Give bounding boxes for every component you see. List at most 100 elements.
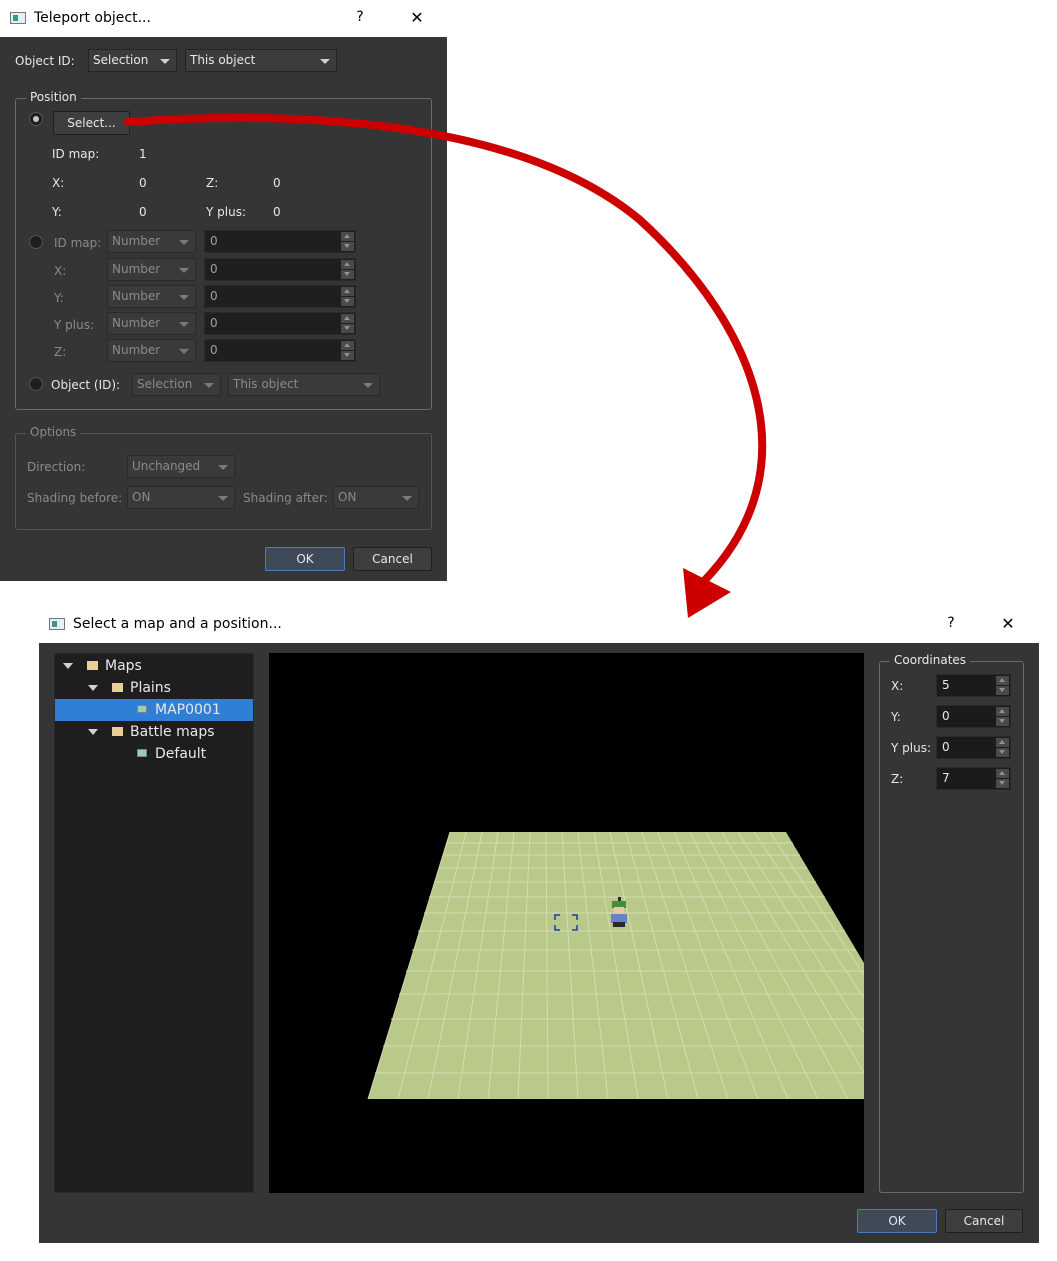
- summary-y-value: 0: [139, 205, 147, 219]
- spin-down-icon[interactable]: [996, 686, 1009, 695]
- close-icon[interactable]: ✕: [996, 614, 1020, 633]
- ok-button[interactable]: OK: [265, 547, 345, 571]
- summary-z-label: Z:: [206, 176, 219, 190]
- object-target-combo-value: This object: [190, 53, 256, 67]
- coord-yplus-spinbox[interactable]: 0: [936, 736, 1011, 759]
- number-fields-radio[interactable]: [29, 235, 43, 249]
- combo-value: Number: [112, 343, 161, 357]
- chevron-down-icon: [320, 59, 330, 64]
- coord-x-label: X:: [891, 679, 904, 693]
- coord-z-spinbox[interactable]: 7: [936, 767, 1011, 790]
- spin-up-icon[interactable]: [341, 232, 354, 241]
- field-yplus-combo[interactable]: Number: [107, 312, 196, 335]
- spin-up-icon[interactable]: [341, 260, 354, 269]
- select-titlebar: Select a map and a position... ? ✕: [39, 605, 1039, 643]
- field-id-map-spinbox[interactable]: 0: [204, 230, 356, 253]
- map-preview[interactable]: [269, 653, 864, 1193]
- field-z-spinbox[interactable]: 0: [204, 339, 356, 362]
- field-x-spinbox[interactable]: 0: [204, 258, 356, 281]
- tree-item-maps[interactable]: Maps: [55, 655, 253, 677]
- spin-down-icon[interactable]: [996, 717, 1009, 726]
- shading-before-combo[interactable]: ON: [127, 486, 235, 509]
- summary-x-value: 0: [139, 176, 147, 190]
- coord-x-spinbox[interactable]: 5: [936, 674, 1011, 697]
- cancel-button[interactable]: Cancel: [945, 1209, 1023, 1233]
- tree-item-default[interactable]: Default: [55, 743, 253, 765]
- shading-after-label: Shading after:: [243, 491, 328, 505]
- tree-item-plains[interactable]: Plains: [55, 677, 253, 699]
- chevron-down-icon[interactable]: [88, 685, 98, 691]
- shading-after-combo[interactable]: ON: [333, 486, 419, 509]
- chevron-down-icon: [160, 59, 170, 64]
- spinbox-value: 0: [210, 343, 218, 357]
- select-button[interactable]: Select...: [53, 111, 130, 135]
- folder-icon: [87, 661, 98, 670]
- field-yplus-spinbox[interactable]: 0: [204, 312, 356, 335]
- chevron-down-icon[interactable]: [63, 663, 73, 669]
- ok-button[interactable]: OK: [857, 1209, 937, 1233]
- spin-down-icon[interactable]: [996, 779, 1009, 788]
- object-radio-target[interactable]: This object: [228, 373, 380, 396]
- tree-label: Plains: [130, 680, 171, 696]
- object-id-radio[interactable]: [29, 377, 43, 391]
- close-icon[interactable]: ✕: [405, 8, 429, 27]
- teleport-title: Teleport object...: [34, 10, 151, 26]
- select-title: Select a map and a position...: [73, 616, 282, 632]
- options-group-title: Options: [26, 425, 81, 439]
- spinbox-value: 0: [210, 234, 218, 248]
- spinbox-value: 5: [942, 678, 950, 692]
- spin-down-icon[interactable]: [341, 297, 354, 306]
- chevron-down-icon: [218, 496, 228, 501]
- chevron-down-icon: [363, 383, 373, 388]
- direction-combo[interactable]: Unchanged: [127, 455, 235, 478]
- summary-y-label: Y:: [52, 205, 62, 219]
- spin-up-icon[interactable]: [341, 287, 354, 296]
- combo-value: ON: [338, 490, 357, 504]
- field-y-combo[interactable]: Number: [107, 285, 196, 308]
- tree-item-battle-maps[interactable]: Battle maps: [55, 721, 253, 743]
- combo-value: This object: [233, 377, 299, 391]
- map-icon: [137, 749, 147, 757]
- map-tree[interactable]: Maps Plains MAP0001 Battle maps Default: [54, 653, 254, 1193]
- spin-up-icon[interactable]: [341, 314, 354, 323]
- combo-value: Number: [112, 262, 161, 276]
- folder-icon: [112, 683, 123, 692]
- spin-up-icon[interactable]: [996, 707, 1009, 716]
- spin-up-icon[interactable]: [996, 676, 1009, 685]
- tree-item-map0001[interactable]: MAP0001: [55, 699, 253, 721]
- spin-down-icon[interactable]: [996, 748, 1009, 757]
- field-z-label: Z:: [54, 345, 67, 359]
- spin-down-icon[interactable]: [341, 242, 354, 251]
- spin-down-icon[interactable]: [341, 270, 354, 279]
- spin-up-icon[interactable]: [996, 738, 1009, 747]
- cancel-button[interactable]: Cancel: [353, 547, 432, 571]
- combo-value: Number: [112, 316, 161, 330]
- field-y-spinbox[interactable]: 0: [204, 285, 356, 308]
- map-ground[interactable]: [269, 653, 864, 1193]
- object-id-combo-value: Selection: [93, 53, 149, 67]
- spin-up-icon[interactable]: [341, 341, 354, 350]
- object-target-combo[interactable]: This object: [185, 49, 337, 72]
- chevron-down-icon: [204, 383, 214, 388]
- shading-before-label: Shading before:: [27, 491, 123, 505]
- spinbox-value: 0: [210, 262, 218, 276]
- object-id-combo[interactable]: Selection: [88, 49, 177, 72]
- coord-y-spinbox[interactable]: 0: [936, 705, 1011, 728]
- object-radio-combo[interactable]: Selection: [132, 373, 221, 396]
- combo-value: Selection: [137, 377, 193, 391]
- field-id-map-combo[interactable]: Number: [107, 230, 196, 253]
- folder-icon: [112, 727, 123, 736]
- field-z-combo[interactable]: Number: [107, 339, 196, 362]
- chevron-down-icon[interactable]: [88, 729, 98, 735]
- select-dialog: Maps Plains MAP0001 Battle maps Default: [39, 643, 1039, 1243]
- chevron-down-icon: [179, 349, 189, 354]
- field-x-combo[interactable]: Number: [107, 258, 196, 281]
- help-button[interactable]: ?: [941, 615, 961, 631]
- select-position-radio[interactable]: [29, 112, 43, 126]
- help-button[interactable]: ?: [350, 9, 370, 25]
- tree-label: Maps: [105, 658, 142, 674]
- spin-down-icon[interactable]: [341, 324, 354, 333]
- spin-up-icon[interactable]: [996, 769, 1009, 778]
- combo-value: Number: [112, 289, 161, 303]
- spin-down-icon[interactable]: [341, 351, 354, 360]
